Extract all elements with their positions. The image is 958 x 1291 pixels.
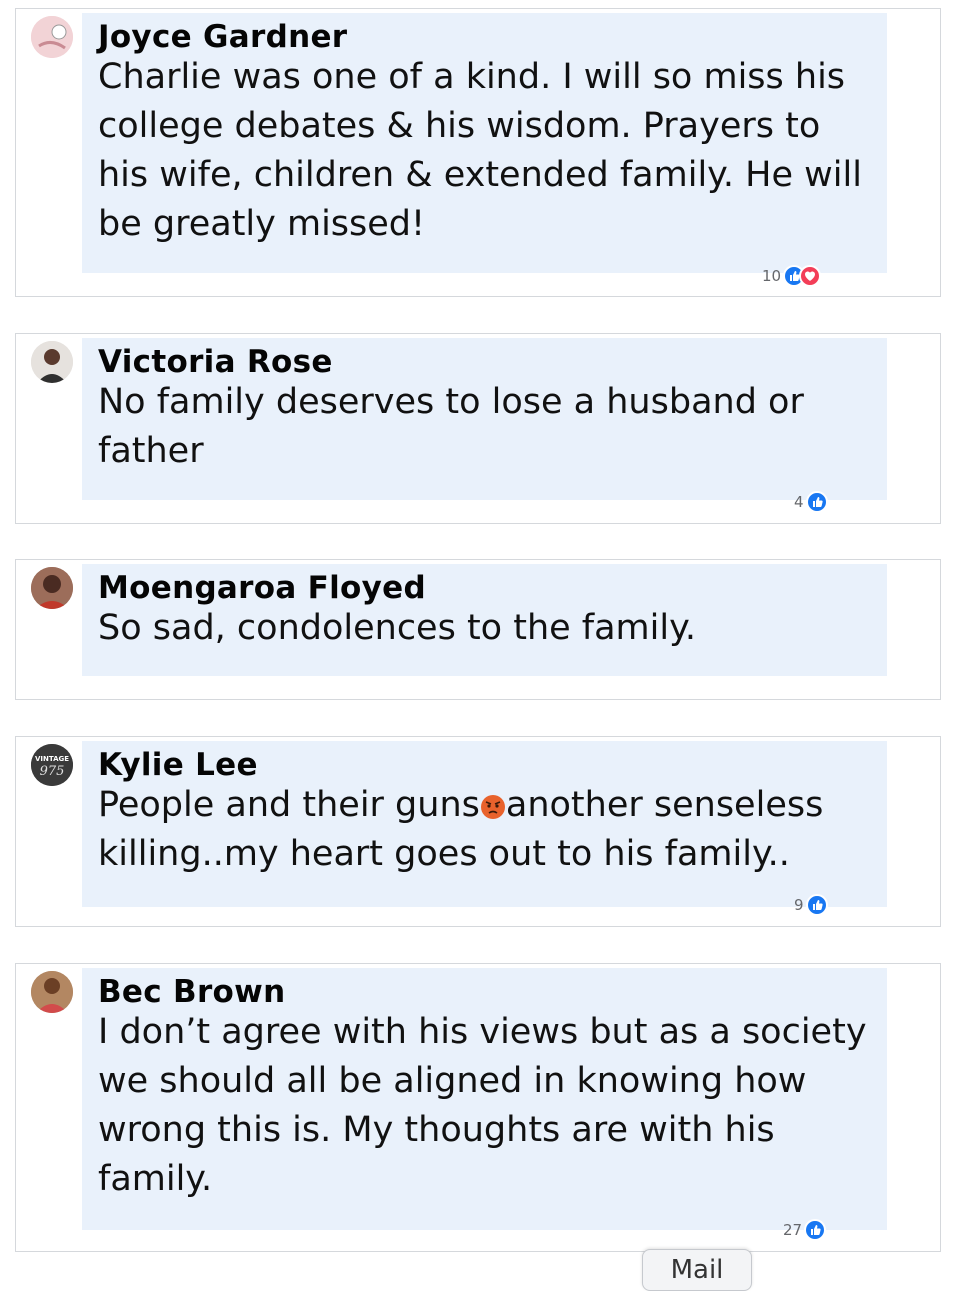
angry-face-emoji-icon xyxy=(480,795,505,819)
like-icon xyxy=(805,894,828,916)
comment-card: Bec Brown I don’t agree with his views b… xyxy=(15,963,941,1252)
reaction-count: 4 xyxy=(794,493,804,511)
comment-author[interactable]: Moengaroa Floyed xyxy=(98,568,873,608)
comment-author[interactable]: Victoria Rose xyxy=(98,342,873,382)
comment-text: People and their guns another senseless k… xyxy=(98,781,873,879)
comment-text: No family deserves to lose a husband or … xyxy=(98,382,804,471)
comment-author[interactable]: Kylie Lee xyxy=(98,745,873,785)
reaction-summary[interactable]: 27 xyxy=(783,1219,827,1241)
reaction-summary[interactable]: 9 xyxy=(794,894,828,916)
comment-text-part: People and their guns xyxy=(98,785,480,825)
love-icon xyxy=(799,265,822,287)
reaction-summary[interactable]: 4 xyxy=(794,491,828,513)
reaction-summary[interactable]: 10 xyxy=(762,265,822,287)
comment-bubble: Kylie Lee People and their guns another s… xyxy=(82,741,887,907)
comment-author[interactable]: Joyce Gardner xyxy=(98,17,873,57)
comment-text: I don’t agree with his views but as a so… xyxy=(98,1012,867,1199)
svg-text:VINTAGE: VINTAGE xyxy=(35,755,69,763)
comment-card: VINTAGE 975 Kylie Lee People and their gu… xyxy=(15,736,941,927)
svg-text:975: 975 xyxy=(40,764,65,779)
comment-author[interactable]: Bec Brown xyxy=(98,972,873,1012)
comment-text: Charlie was one of a kind. I will so mis… xyxy=(98,57,862,244)
reaction-count: 9 xyxy=(794,896,804,914)
comment-bubble: Victoria Rose No family deserves to lose… xyxy=(82,338,887,500)
comment-text: So sad, condolences to the family. xyxy=(98,608,696,648)
mail-tab[interactable]: Mail xyxy=(642,1249,752,1291)
comment-bubble: Bec Brown I don’t agree with his views b… xyxy=(82,968,887,1230)
avatar[interactable] xyxy=(31,341,73,383)
comment-card: Joyce Gardner Charlie was one of a kind.… xyxy=(15,8,941,297)
avatar[interactable] xyxy=(31,971,73,1013)
comment-card: Victoria Rose No family deserves to lose… xyxy=(15,333,941,524)
comment-bubble: Moengaroa Floyed So sad, condolences to … xyxy=(82,564,887,676)
reaction-count: 27 xyxy=(783,1221,803,1239)
avatar[interactable] xyxy=(31,567,73,609)
avatar[interactable] xyxy=(31,16,73,58)
comment-card: Moengaroa Floyed So sad, condolences to … xyxy=(15,559,941,700)
avatar[interactable]: VINTAGE 975 xyxy=(31,744,73,786)
like-icon xyxy=(804,1219,827,1241)
like-icon xyxy=(805,491,828,513)
reaction-count: 10 xyxy=(762,267,782,285)
comment-bubble: Joyce Gardner Charlie was one of a kind.… xyxy=(82,13,887,273)
